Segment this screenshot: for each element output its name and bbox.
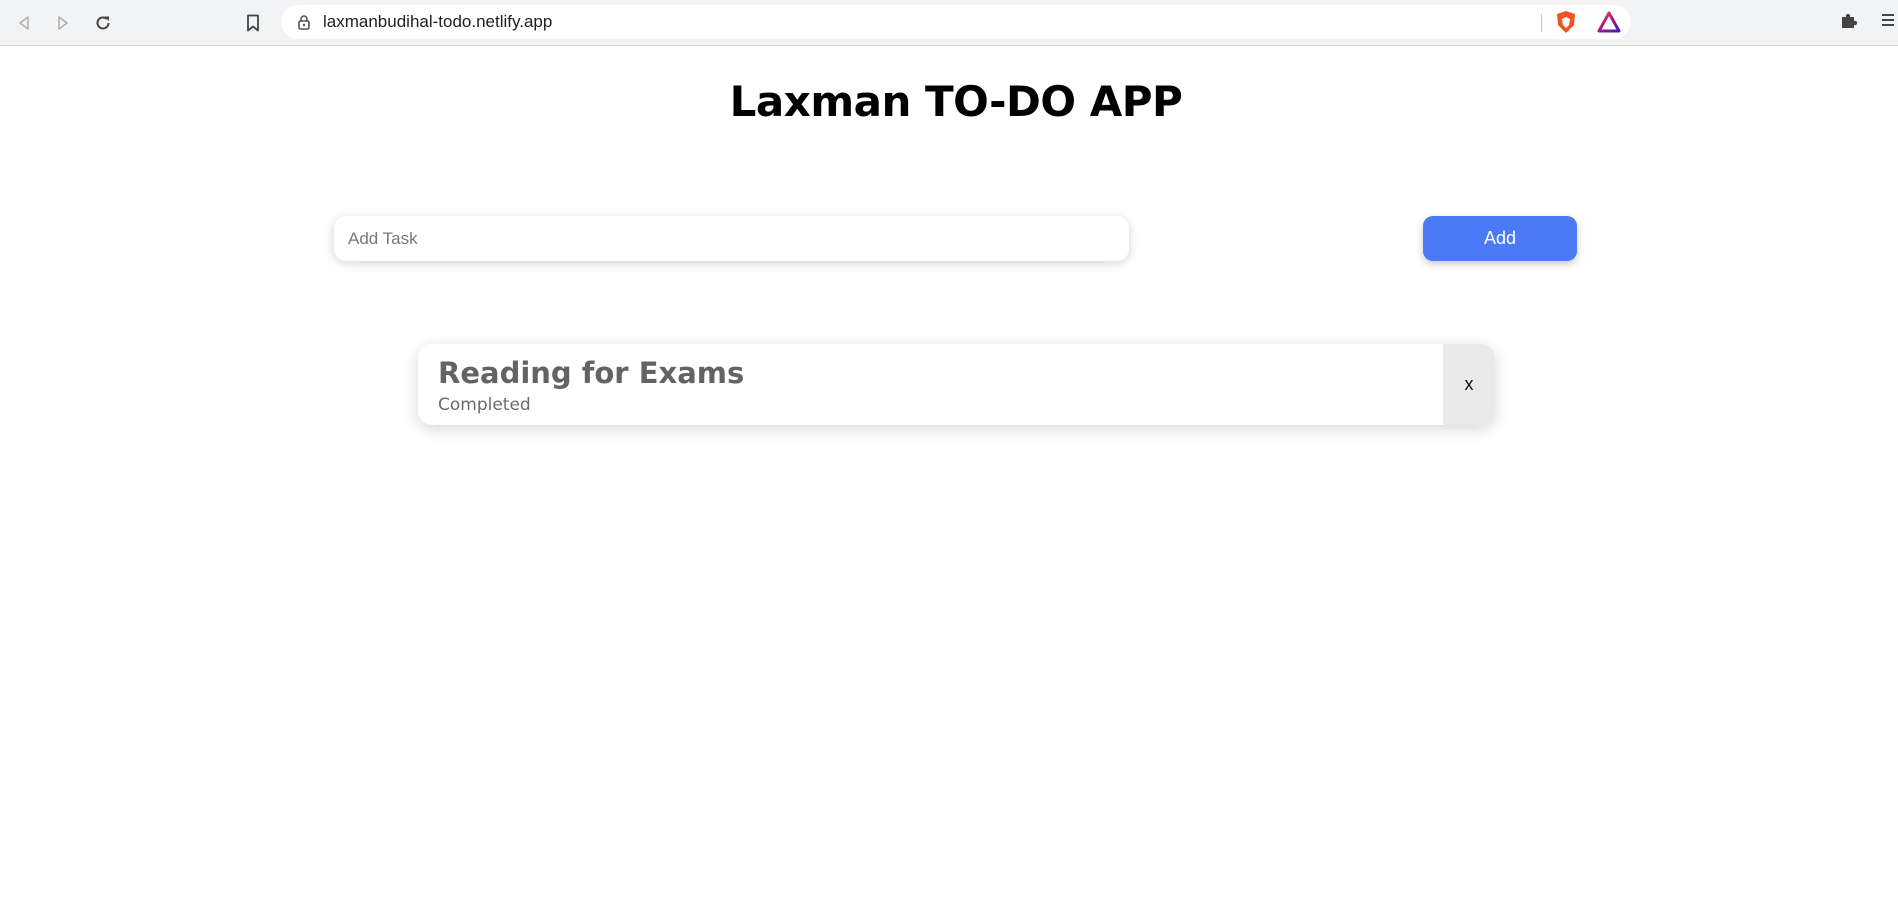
delete-task-button[interactable]: x bbox=[1443, 344, 1495, 425]
address-bar-divider bbox=[1541, 14, 1542, 32]
menu-icon[interactable] bbox=[1874, 8, 1898, 32]
extensions-icon[interactable] bbox=[1837, 8, 1861, 32]
lock-icon[interactable] bbox=[295, 13, 313, 31]
brave-rewards-icon[interactable] bbox=[1597, 10, 1621, 34]
browser-toolbar: laxmanbudihal-todo.netlify.app bbox=[0, 0, 1898, 46]
add-button[interactable]: Add bbox=[1423, 216, 1577, 261]
back-icon[interactable] bbox=[11, 10, 37, 36]
task-status: Completed bbox=[438, 395, 531, 415]
forward-icon[interactable] bbox=[50, 10, 76, 36]
page-title: Laxman TO-DO APP bbox=[729, 77, 1183, 126]
url-text[interactable]: laxmanbudihal-todo.netlify.app bbox=[323, 5, 552, 39]
brave-shield-icon[interactable] bbox=[1554, 10, 1578, 34]
page-content: Laxman TO-DO APP Add Reading for Exams C… bbox=[0, 47, 1898, 906]
task-name: Reading for Exams bbox=[438, 356, 745, 390]
reload-icon[interactable] bbox=[90, 10, 116, 36]
address-bar[interactable]: laxmanbudihal-todo.netlify.app bbox=[281, 5, 1631, 39]
task-card: Reading for Exams Completed x bbox=[418, 344, 1495, 425]
bookmark-icon[interactable] bbox=[240, 10, 266, 36]
add-task-input[interactable] bbox=[334, 216, 1129, 261]
